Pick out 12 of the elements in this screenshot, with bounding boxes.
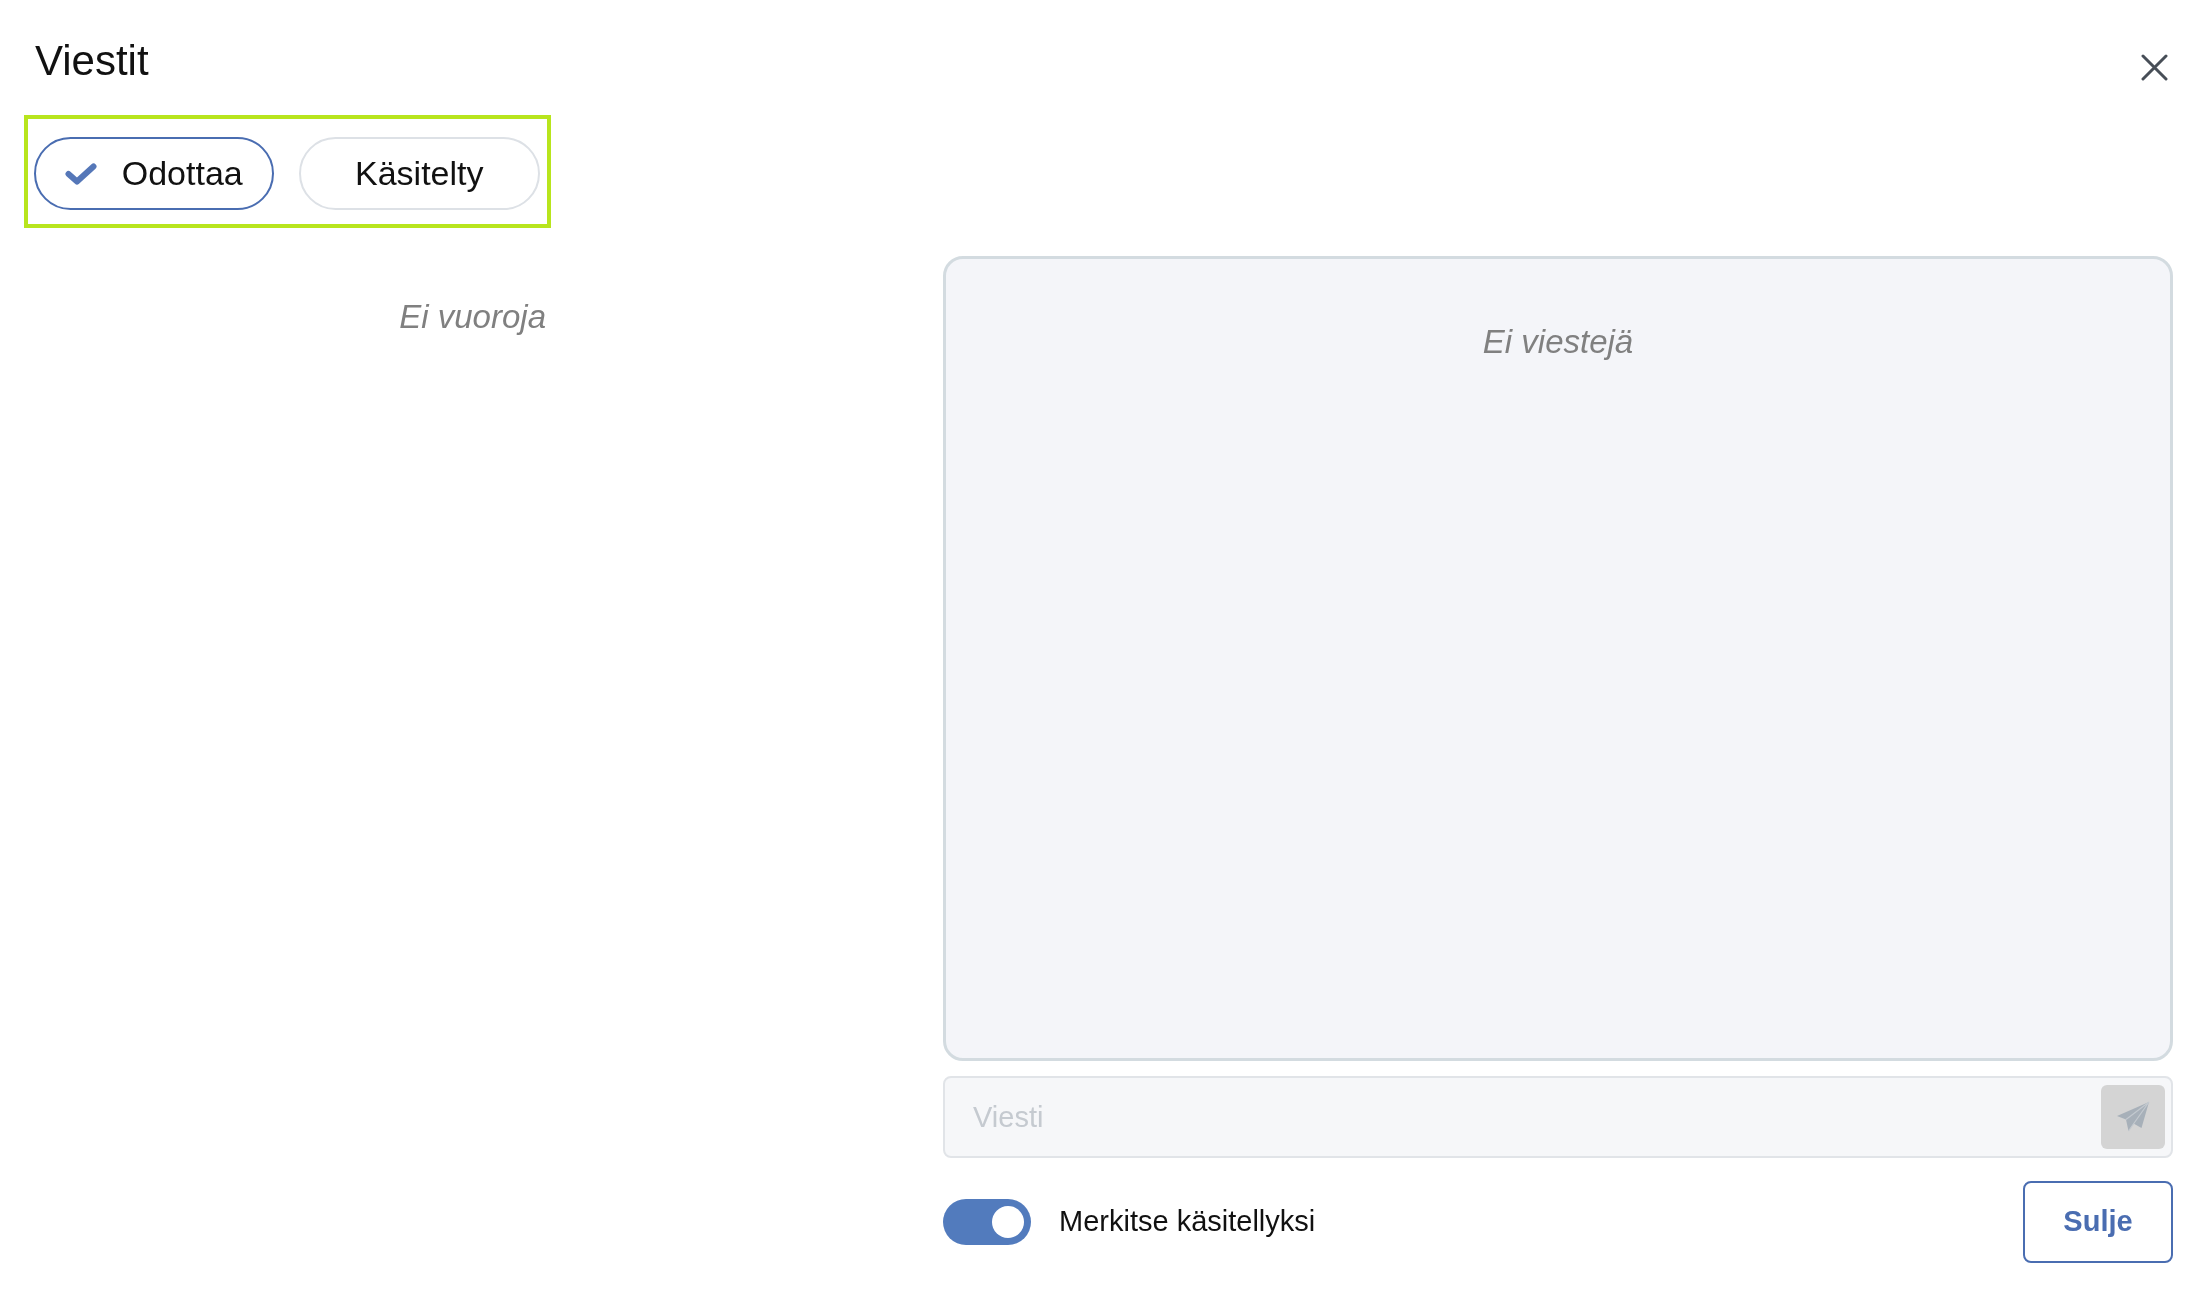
empty-shifts-text: Ei vuoroja: [399, 298, 546, 335]
filter-tab[interactable]: Odottaa: [34, 137, 274, 210]
filter-tab[interactable]: Käsitelty: [298, 137, 540, 210]
dialog-title: Viestit: [35, 36, 149, 86]
check-icon: [64, 162, 97, 185]
toggle-label: Merkitse käsitellyksi: [1059, 1204, 1316, 1240]
empty-messages-text: Ei viestejä: [1482, 322, 1634, 362]
toggle-switch[interactable]: [943, 1199, 1031, 1245]
paper-plane-icon: [2116, 1101, 2150, 1133]
close-button[interactable]: [2141, 54, 2168, 81]
close-dialog-button[interactable]: Sulje: [2023, 1181, 2173, 1263]
close-icon: [2141, 54, 2168, 81]
